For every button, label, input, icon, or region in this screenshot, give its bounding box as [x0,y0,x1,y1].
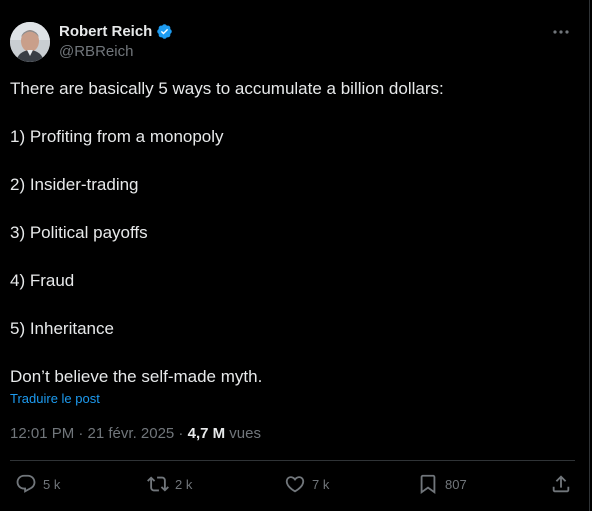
tweet-line: 3) Political payoffs [10,223,148,242]
tweet-line: Don’t believe the self-made myth. [10,367,263,386]
tweet-line: 4) Fraud [10,271,75,290]
tweet-text: There are basically 5 ways to accumulate… [10,77,570,389]
views-count: 4,7 M [187,425,226,442]
author-name-row[interactable]: Robert Reich [59,23,173,40]
reply-count: 5 k [43,476,61,492]
repost-button[interactable]: 2 k [147,472,192,496]
tweet-line: 5) Inheritance [10,319,114,338]
like-button[interactable]: 7 k [284,472,329,496]
bookmark-count: 807 [445,476,467,492]
tweet-metadata: 12:01 PM · 21 févr. 2025 · 4,7 M vues [10,425,261,442]
views-label: vues [225,425,261,442]
tweet-line: 2) Insider-trading [10,175,139,194]
repost-icon [147,476,169,492]
heart-icon [285,476,305,493]
bookmark-button[interactable]: 807 [417,472,467,496]
share-button[interactable] [550,472,572,496]
avatar[interactable] [10,22,50,62]
divider [10,460,575,461]
avatar-image [10,22,50,62]
bookmark-icon [420,474,436,495]
repost-count: 2 k [175,476,193,492]
tweet-line: There are basically 5 ways to accumulate… [10,79,444,98]
tweet-detail: Robert Reich @RBReich There are basicall… [0,0,590,511]
verified-badge-icon [156,23,173,40]
reply-button[interactable]: 5 k [15,472,60,496]
author-handle[interactable]: @RBReich [59,43,133,60]
author-display-name[interactable]: Robert Reich [59,23,152,40]
translate-post-link[interactable]: Traduire le post [10,391,100,406]
reply-icon [16,474,36,493]
like-count: 7 k [312,476,330,492]
tweet-line: 1) Profiting from a monopoly [10,127,224,146]
more-options-icon[interactable] [551,22,571,42]
timestamp[interactable]: 12:01 PM · 21 févr. 2025 · [10,425,188,442]
share-icon [552,475,570,493]
